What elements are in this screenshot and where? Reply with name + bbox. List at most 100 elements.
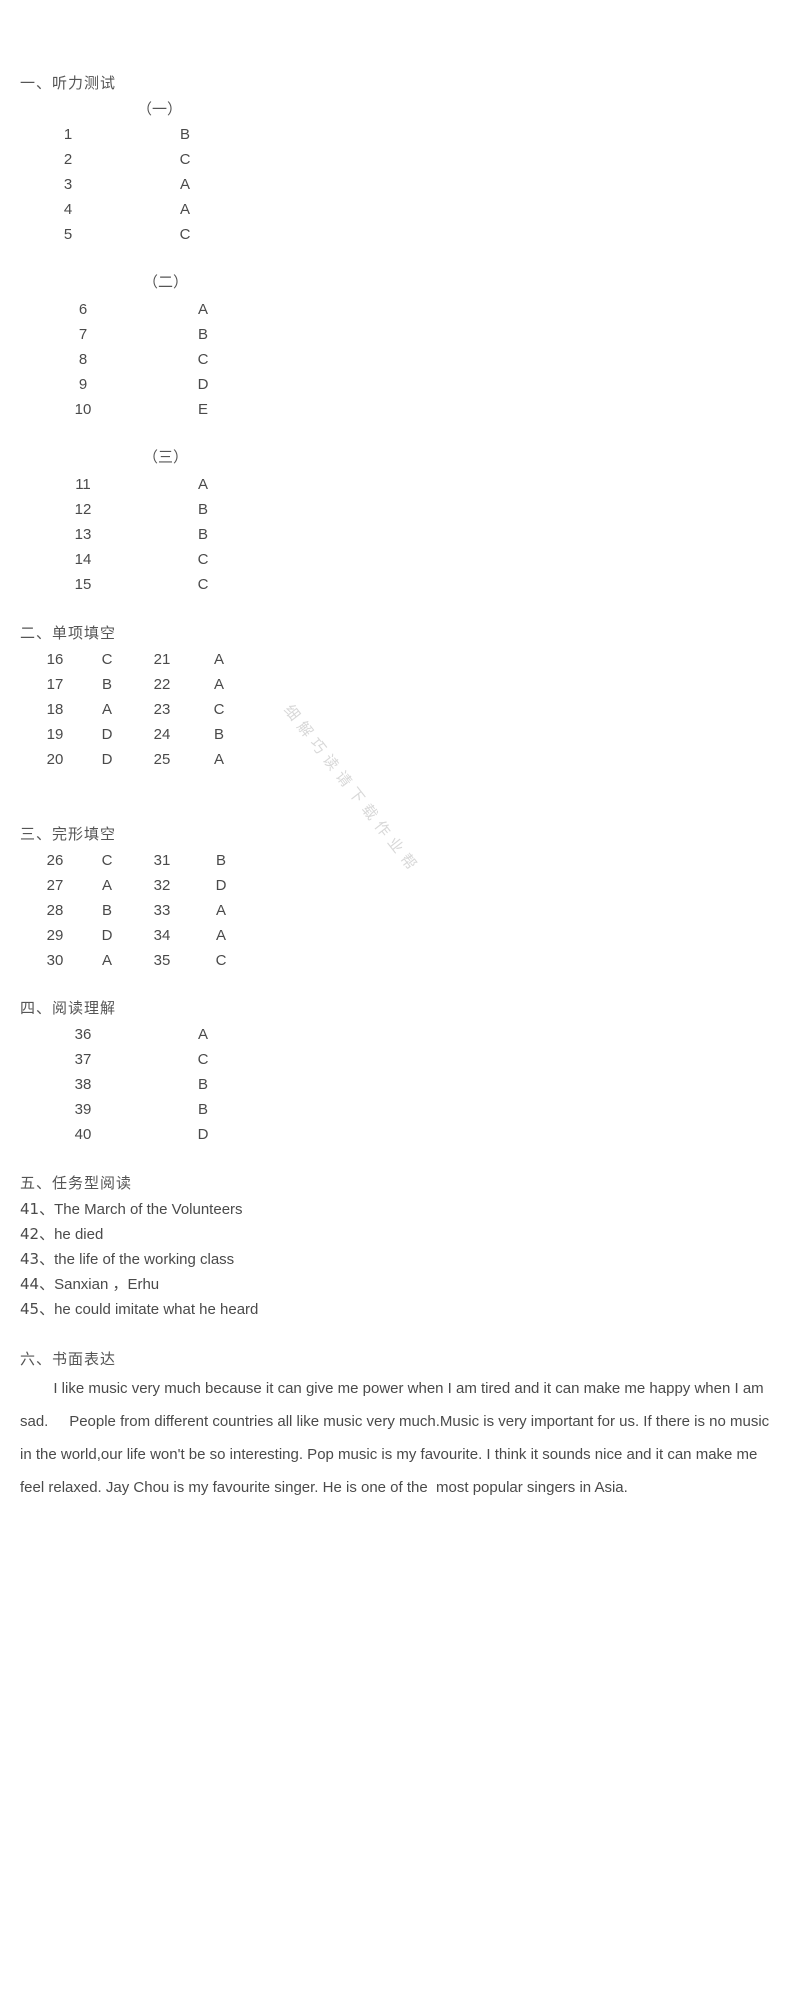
answer-value: B — [197, 526, 208, 543]
question-number: 12 — [74, 501, 92, 518]
question-number: 20 — [46, 751, 64, 768]
section-heading-reading: 四、阅读理解 — [20, 999, 117, 1017]
answer-value: D — [197, 1126, 209, 1143]
answer-value: C — [197, 576, 209, 593]
answer-value: B — [197, 326, 208, 343]
section-heading-listening: 一、听力测试 — [20, 74, 117, 92]
question-number: 8 — [78, 351, 88, 368]
question-number: 22 — [153, 676, 171, 693]
subsection-label-two: （二） — [143, 273, 189, 291]
answer-value: B — [197, 1076, 208, 1093]
question-number: 15 — [74, 576, 92, 593]
answer-value: C — [179, 226, 191, 243]
answer-value: D — [101, 726, 113, 743]
answer-value: B — [179, 126, 190, 143]
question-number: 7 — [78, 326, 88, 343]
answer-value: A — [213, 676, 224, 693]
answer-value: B — [213, 726, 224, 743]
question-number: 33 — [153, 902, 171, 919]
question-number: 19 — [46, 726, 64, 743]
question-number: 39 — [74, 1101, 92, 1118]
subsection-label-one: （一） — [137, 100, 183, 118]
answer-value: B — [197, 1101, 208, 1118]
answer-sheet-page: 细解巧读请下载作业帮 一、听力测试 （一） 1 B 2 C 3 A 4 A 5 … — [0, 0, 800, 2010]
answer-value: A — [197, 1026, 208, 1043]
answer-value: A — [213, 751, 224, 768]
task-reading-item: 41、The March of the Volunteers — [20, 1197, 243, 1222]
answer-value: A — [215, 902, 226, 919]
answer-value: B — [197, 501, 208, 518]
question-number: 10 — [74, 401, 92, 418]
answer-value: A — [179, 176, 190, 193]
question-number: 37 — [74, 1051, 92, 1068]
answer-value: B — [101, 676, 112, 693]
question-number: 17 — [46, 676, 64, 693]
section-heading-cloze: 三、完形填空 — [20, 825, 117, 843]
answer-value: A — [101, 952, 112, 969]
answer-value: C — [101, 852, 113, 869]
answer-text: Sanxian ，Erhu — [54, 1276, 160, 1293]
question-number: 18 — [46, 701, 64, 718]
answer-value: C — [213, 701, 225, 718]
question-number: 36 — [74, 1026, 92, 1043]
task-reading-item: 43、the life of the working class — [20, 1247, 234, 1272]
watermark-text: 细解巧读请下载作业帮 — [280, 701, 424, 878]
answer-value: A — [179, 201, 190, 218]
answer-value: D — [101, 927, 113, 944]
answer-value: A — [197, 301, 208, 318]
question-number: 28 — [46, 902, 64, 919]
question-number: 30 — [46, 952, 64, 969]
answer-value: C — [215, 952, 227, 969]
task-reading-item: 44、Sanxian ，Erhu — [20, 1272, 159, 1297]
question-number: 45、 — [20, 1300, 55, 1318]
question-number: 25 — [153, 751, 171, 768]
essay-text: I like music very much because it can gi… — [20, 1380, 774, 1496]
answer-value: D — [197, 376, 209, 393]
question-number: 2 — [63, 151, 73, 168]
question-number: 26 — [46, 852, 64, 869]
answer-value: D — [215, 877, 227, 894]
section-heading-writing: 六、书面表达 — [20, 1350, 117, 1368]
answer-value: A — [215, 927, 226, 944]
question-number: 35 — [153, 952, 171, 969]
answer-value: E — [197, 401, 208, 418]
answer-value: D — [101, 751, 113, 768]
subsection-label-three: （三） — [143, 448, 189, 466]
question-number: 42、 — [20, 1225, 55, 1243]
question-number: 14 — [74, 551, 92, 568]
answer-value: C — [197, 551, 209, 568]
question-number: 23 — [153, 701, 171, 718]
answer-value: A — [213, 651, 224, 668]
answer-text: he died — [54, 1226, 104, 1243]
answer-value: A — [101, 701, 112, 718]
answer-text: he could imitate what he heard — [54, 1301, 259, 1318]
question-number: 44、 — [20, 1275, 55, 1293]
answer-value: B — [215, 852, 226, 869]
question-number: 40 — [74, 1126, 92, 1143]
question-number: 4 — [63, 201, 73, 218]
section-heading-multiple-choice: 二、单项填空 — [20, 624, 117, 642]
question-number: 24 — [153, 726, 171, 743]
question-number: 21 — [153, 651, 171, 668]
answer-value: A — [197, 476, 208, 493]
answer-text: the life of the working class — [54, 1251, 235, 1268]
question-number: 34 — [153, 927, 171, 944]
answer-value: A — [101, 877, 112, 894]
question-number: 11 — [75, 476, 91, 493]
question-number: 32 — [153, 877, 171, 894]
question-number: 29 — [46, 927, 64, 944]
task-reading-item: 42、he died — [20, 1222, 103, 1247]
question-number: 13 — [74, 526, 92, 543]
question-number: 9 — [78, 376, 88, 393]
question-number: 1 — [63, 126, 73, 143]
section-heading-task-reading: 五、任务型阅读 — [20, 1174, 133, 1192]
question-number: 31 — [153, 852, 171, 869]
answer-value: C — [197, 1051, 209, 1068]
question-number: 3 — [63, 176, 73, 193]
question-number: 27 — [46, 877, 64, 894]
question-number: 6 — [78, 301, 88, 318]
question-number: 16 — [46, 651, 64, 668]
task-reading-item: 45、he could imitate what he heard — [20, 1297, 258, 1322]
answer-value: C — [101, 651, 113, 668]
question-number: 41、 — [20, 1200, 55, 1218]
